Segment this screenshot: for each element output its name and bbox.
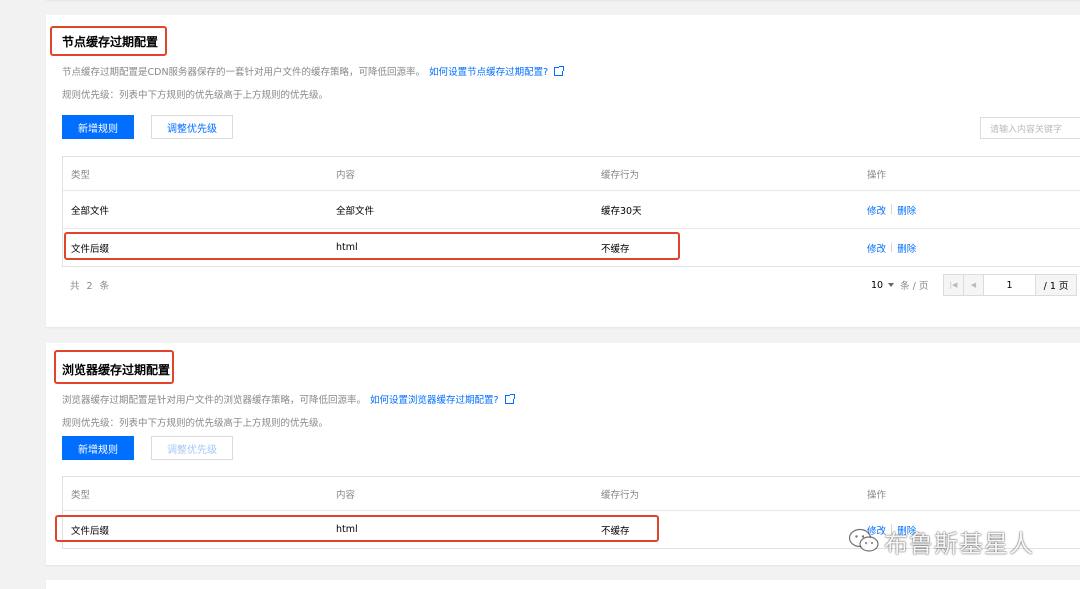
add-rule-button[interactable]: 新增规则 [62, 115, 134, 139]
priority-note: 规则优先级：列表中下方规则的优先级高于上方规则的优先级。 [62, 418, 329, 429]
wechat-icon [848, 528, 879, 552]
edit-link[interactable]: 修改 [867, 203, 886, 217]
section-description: 节点缓存过期配置是CDN服务器保存的一套针对用户文件的缓存策略，可降低回源率。如… [62, 64, 565, 78]
cell-actions: 修改 | 删除 [867, 191, 916, 228]
cell-content: 全部文件 [336, 205, 375, 217]
prev-page-icon[interactable]: ◀ [964, 275, 984, 295]
add-rule-button[interactable]: 新增规则 [62, 436, 134, 460]
highlight-box [50, 26, 167, 56]
header-content: 内容 [336, 489, 356, 501]
adjust-priority-button[interactable]: 调整优先级 [151, 436, 233, 460]
page-size-select[interactable]: 10 条 / 页 [871, 269, 928, 301]
description-text: 浏览器缓存过期配置是针对用户文件的浏览器缓存策略，可降低回源率。 [62, 395, 367, 406]
table-row: 全部文件 全部文件 缓存30天 修改 | 删除 [63, 190, 1080, 228]
help-link[interactable]: 如何设置浏览器缓存过期配置? [370, 395, 499, 406]
watermark-text: 布鲁斯基星人 [884, 529, 1034, 558]
divider: | [890, 204, 894, 215]
external-link-icon[interactable] [504, 394, 515, 404]
highlight-box [55, 515, 659, 542]
first-page-icon[interactable]: |◀ [944, 275, 964, 295]
header-type: 类型 [71, 489, 91, 501]
search-input[interactable]: 请输入内容关键字 [980, 117, 1080, 139]
header-behavior: 缓存行为 [601, 489, 640, 501]
delete-link[interactable]: 删除 [897, 203, 916, 217]
watermark: 布鲁斯基星人 [848, 524, 1034, 558]
page-size-value: 10 [871, 279, 884, 291]
adjust-priority-button[interactable]: 调整优先级 [151, 115, 233, 139]
cell-type: 全部文件 [71, 205, 110, 217]
header-actions: 操作 [867, 169, 887, 181]
section-description: 浏览器缓存过期配置是针对用户文件的浏览器缓存策略，可降低回源率。 如何设置浏览器缓… [62, 392, 515, 406]
header-content: 内容 [336, 169, 356, 181]
caret-down-icon [888, 283, 895, 287]
edit-link[interactable]: 修改 [867, 241, 886, 255]
pagination: |◀ ◀ 1 / 1 页 [943, 274, 1077, 296]
total-count: 共 2 条 [70, 281, 112, 292]
delete-link[interactable]: 删除 [897, 241, 916, 255]
next-panel [46, 580, 1080, 589]
table-header: 类型 内容 缓存行为 操作 [63, 477, 1080, 510]
highlight-box [54, 350, 174, 384]
priority-note: 规则优先级：列表中下方规则的优先级高于上方规则的优先级。 [62, 90, 329, 101]
highlight-box [64, 232, 680, 260]
external-link-icon[interactable] [554, 66, 565, 76]
table-header: 类型 内容 缓存行为 操作 [63, 157, 1080, 190]
divider: | [890, 242, 894, 253]
cell-actions: 修改 | 删除 [867, 229, 916, 266]
help-link[interactable]: 如何设置节点缓存过期配置? [429, 67, 548, 78]
table-footer: 共 2 条 10 条 / 页 |◀ ◀ 1 / 1 页 [62, 269, 1080, 301]
header-actions: 操作 [867, 489, 887, 501]
header-type: 类型 [71, 169, 91, 181]
page-size-unit: 条 / 页 [900, 281, 929, 292]
total-pages: / 1 页 [1036, 275, 1076, 295]
node-cache-panel: 节点缓存过期配置 节点缓存过期配置是CDN服务器保存的一套针对用户文件的缓存策略… [46, 15, 1080, 327]
description-text: 节点缓存过期配置是CDN服务器保存的一套针对用户文件的缓存策略，可降低回源率。 [62, 67, 426, 78]
header-behavior: 缓存行为 [601, 169, 640, 181]
page-number-input[interactable]: 1 [984, 275, 1036, 295]
cell-behavior: 缓存30天 [601, 205, 642, 217]
